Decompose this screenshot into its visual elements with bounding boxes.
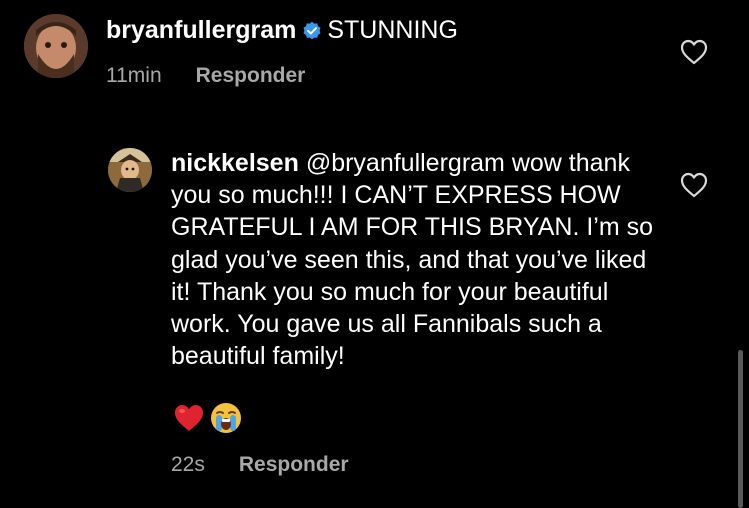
avatar[interactable] — [24, 14, 88, 78]
username[interactable]: nickkelsen — [171, 149, 299, 177]
heart-outline-icon[interactable] — [680, 39, 708, 65]
comment-text: STUNNING — [327, 16, 458, 44]
avatar[interactable] — [108, 148, 152, 192]
profile-photo-icon — [24, 14, 88, 78]
loudly-crying-face-emoji-icon — [209, 401, 243, 440]
mention-link[interactable]: @bryanfullergram — [306, 149, 505, 177]
comment-meta: 22s Responder — [171, 451, 349, 479]
comment: bryanfullergram STUNNING 11min Responder — [0, 0, 749, 120]
heart-outline-icon[interactable] — [680, 172, 708, 198]
timestamp: 22s — [171, 453, 205, 476]
username[interactable]: bryanfullergram — [106, 16, 296, 44]
reply-button[interactable]: Responder — [239, 453, 349, 476]
profile-photo-icon — [108, 148, 152, 192]
emoji-row — [173, 401, 243, 440]
comment-text: wow thank you so much!!! I CAN’T EXPRESS… — [171, 149, 654, 371]
verified-badge-icon — [302, 17, 322, 49]
reply-comment: nickkelsen @bryanfullergram wow thank yo… — [0, 120, 749, 508]
comment-text-block: nickkelsen @bryanfullergram wow thank yo… — [171, 147, 661, 372]
red-heart-emoji-icon — [173, 403, 205, 438]
scrollbar[interactable] — [738, 350, 743, 508]
timestamp: 11min — [106, 64, 162, 87]
comment-meta: 11min Responder — [106, 62, 305, 90]
reply-button[interactable]: Responder — [196, 64, 306, 87]
comment-text-line: bryanfullergram STUNNING — [106, 14, 458, 49]
